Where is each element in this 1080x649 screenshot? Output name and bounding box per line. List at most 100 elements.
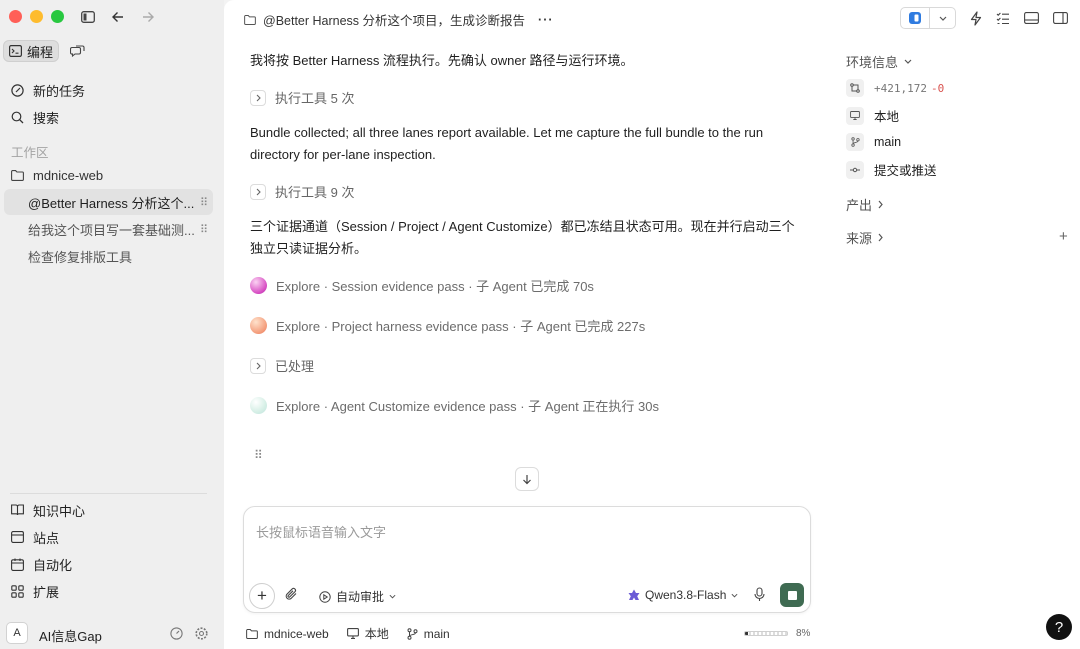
- processed-summary[interactable]: 已处理: [250, 356, 314, 375]
- sidebar: 编程 新的任务 搜索 工作区 mdnice-web @Better Harnes…: [0, 0, 224, 649]
- model-label: Qwen3.8-Flash: [645, 588, 727, 602]
- sidebar-item-extensions[interactable]: 扩展: [4, 578, 213, 604]
- status-project[interactable]: mdnice-web: [246, 627, 329, 641]
- stop-button[interactable]: [780, 583, 804, 607]
- subagent-row[interactable]: Explore · Agent Customize evidence pass …: [250, 396, 659, 415]
- thread-drag-handle-icon[interactable]: ⠿: [200, 196, 208, 209]
- branch-label: main: [874, 135, 902, 149]
- zoom-window-button[interactable]: [51, 10, 64, 23]
- diff-additions: +421,172: [874, 81, 927, 95]
- more-options-button[interactable]: ···: [538, 13, 554, 27]
- sidebar-item-label: 站点: [33, 530, 60, 546]
- window-controls: [9, 10, 64, 23]
- tool-call-summary[interactable]: 执行工具 5 次: [250, 88, 354, 107]
- subagent-row[interactable]: Explore · Project harness evidence pass …: [250, 316, 645, 335]
- source-header-label: 来源: [846, 231, 873, 246]
- thread-title-bar: @Better Harness 分析这个项目，生成诊断报告 ···: [244, 10, 554, 29]
- stop-square-icon: [787, 590, 797, 600]
- auto-approve-dropdown[interactable]: 自动审批: [319, 588, 396, 605]
- environment-header-label: 环境信息: [846, 55, 899, 70]
- search-button[interactable]: 搜索: [4, 104, 213, 130]
- environment-panel: 环境信息 +421,172 -0 本地 main 提交或推送 产出 来源 +: [846, 0, 1080, 649]
- close-window-button[interactable]: [9, 10, 22, 23]
- subagent-label: Explore · Session evidence pass · 子 Agen…: [276, 279, 594, 294]
- git-compare-icon: [846, 79, 864, 97]
- main-panel: @Better Harness 分析这个项目，生成诊断报告 ··· 我将按 Be…: [224, 0, 1080, 649]
- add-attachment-button[interactable]: +: [249, 583, 275, 609]
- sidebar-item-label: 扩展: [33, 584, 60, 600]
- subagent-label: Explore · Project harness evidence pass …: [276, 319, 646, 334]
- output-header[interactable]: 产出: [846, 195, 883, 214]
- thread-item[interactable]: @Better Harness 分析这个... ⠿: [4, 189, 213, 215]
- message-input[interactable]: 长按鼠标语音输入文字: [256, 522, 386, 541]
- context-usage-fill: [745, 632, 749, 635]
- paperclip-icon[interactable]: [285, 587, 298, 601]
- status-project-label: mdnice-web: [264, 626, 329, 641]
- subagent-label: Explore · Agent Customize evidence pass …: [276, 399, 659, 414]
- folder-icon: [11, 169, 24, 181]
- microphone-icon[interactable]: [754, 587, 765, 602]
- tool-call-summary[interactable]: 执行工具 9 次: [250, 182, 354, 201]
- site-icon: [11, 531, 24, 543]
- project-name: mdnice-web: [33, 167, 104, 183]
- sidebar-item-automation[interactable]: 自动化: [4, 551, 213, 577]
- mode-chat-button[interactable]: [65, 40, 90, 62]
- help-button[interactable]: ?: [1046, 614, 1072, 640]
- thread-drag-handle-icon[interactable]: ⠿: [200, 223, 208, 236]
- minimize-window-button[interactable]: [30, 10, 43, 23]
- add-source-button[interactable]: +: [1059, 228, 1068, 245]
- source-header[interactable]: 来源: [846, 228, 883, 247]
- thread-label: @Better Harness 分析这个...: [28, 195, 195, 211]
- diff-stats-row[interactable]: +421,172 -0: [846, 79, 944, 97]
- thread-item[interactable]: 检查修复排版工具: [4, 243, 213, 269]
- mode-code-label: 编程: [27, 44, 54, 60]
- environment-header[interactable]: 环境信息: [846, 52, 912, 71]
- branch-row[interactable]: main: [846, 133, 901, 151]
- chevron-right-icon[interactable]: [250, 183, 266, 200]
- user-name[interactable]: AI信息Gap: [39, 626, 102, 645]
- context-usage-bar: [744, 631, 788, 636]
- sidebar-item-label: 知识中心: [33, 503, 86, 519]
- chevron-right-icon: [878, 233, 883, 242]
- gear-icon[interactable]: [195, 627, 208, 640]
- chevron-down-icon: [904, 59, 912, 64]
- mode-code-button[interactable]: 编程: [3, 40, 60, 62]
- chevron-right-icon[interactable]: [250, 357, 266, 374]
- subagent-row[interactable]: Explore · Session evidence pass · 子 Agen…: [250, 276, 594, 295]
- back-arrow-icon[interactable]: [110, 9, 126, 25]
- sidebar-item-knowledge[interactable]: 知识中心: [4, 497, 213, 523]
- folder-icon: [244, 14, 256, 25]
- chat-bubbles-icon: [70, 44, 85, 58]
- book-icon: [11, 504, 24, 516]
- avatar[interactable]: A: [6, 622, 28, 644]
- agent-orb-icon: [250, 277, 267, 294]
- workspace-section-title: 工作区: [11, 146, 49, 160]
- scroll-to-bottom-button[interactable]: [515, 467, 539, 491]
- thread-item[interactable]: 给我这个项目写一套基础测... ⠿: [4, 216, 213, 242]
- project-folder[interactable]: mdnice-web: [4, 162, 213, 188]
- gauge-icon[interactable]: [170, 627, 183, 640]
- model-selector[interactable]: Qwen3.8-Flash: [628, 588, 738, 602]
- page-title: @Better Harness 分析这个项目，生成诊断报告: [263, 14, 526, 28]
- status-branch[interactable]: main: [407, 627, 450, 641]
- auto-approve-label: 自动审批: [336, 590, 385, 604]
- chevron-down-icon: [731, 593, 738, 598]
- new-task-button[interactable]: 新的任务: [4, 77, 213, 103]
- chevron-right-icon[interactable]: [250, 89, 266, 106]
- chevron-right-icon: [878, 200, 883, 209]
- arrow-down-icon: [523, 474, 531, 484]
- context-usage[interactable]: 8%: [744, 628, 810, 639]
- agent-orb-icon: [250, 317, 267, 334]
- sidebar-item-site[interactable]: 站点: [4, 524, 213, 550]
- git-branch-icon: [846, 133, 864, 151]
- sidebar-toggle-icon[interactable]: [80, 9, 96, 25]
- forward-arrow-icon[interactable]: [140, 9, 156, 25]
- thread-label: 检查修复排版工具: [28, 249, 133, 265]
- assistant-message: 我将按 Better Harness 流程执行。先确认 owner 路径与运行环…: [250, 53, 634, 68]
- sidebar-footer-actions: [170, 627, 208, 640]
- search-icon: [11, 111, 24, 124]
- location-row[interactable]: 本地: [846, 106, 899, 125]
- status-environment[interactable]: 本地: [346, 625, 389, 642]
- commit-push-row[interactable]: 提交或推送: [846, 160, 937, 179]
- folder-icon: [246, 628, 258, 639]
